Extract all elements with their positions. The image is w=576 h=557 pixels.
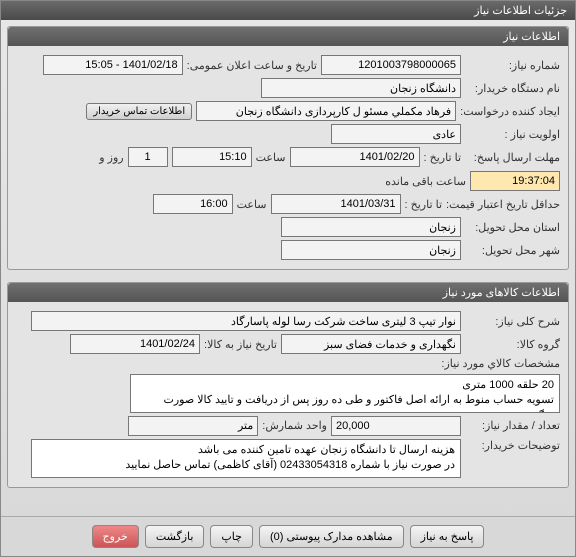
qty-field	[331, 416, 461, 436]
city-label: شهر محل تحویل:	[465, 244, 560, 257]
print-button[interactable]: چاپ	[210, 525, 253, 548]
spec-label: مشخصات کالاي مورد نیاز:	[441, 357, 560, 370]
days-label: روز و	[99, 151, 123, 164]
need-date-field	[70, 334, 200, 354]
contact-button[interactable]: اطلاعات تماس خریدار	[86, 103, 192, 120]
province-field	[281, 217, 461, 237]
deadline-label: مهلت ارسال پاسخ:	[465, 151, 560, 164]
back-button[interactable]: بازگشت	[145, 525, 205, 548]
group-label: گروه کالا:	[465, 338, 560, 351]
need-no-label: شماره نیاز:	[465, 59, 560, 72]
to-date-label-1: تا تاریخ :	[424, 151, 461, 164]
days-field	[128, 147, 168, 167]
to-date-label-2: تا تاریخ :	[405, 198, 442, 211]
unit-field	[128, 416, 258, 436]
announce-dt-label: تاریخ و ساعت اعلان عمومی:	[187, 59, 317, 72]
countdown-field	[470, 171, 560, 191]
need-info-section: اطلاعات نیاز شماره نیاز: تاریخ و ساعت اع…	[7, 26, 569, 270]
buyer-org-field	[261, 78, 461, 98]
validity-label: حداقل تاریخ اعتبار قیمت:	[446, 198, 560, 211]
buyer-note-field	[31, 439, 461, 478]
priority-field	[331, 124, 461, 144]
goods-info-section: اطلاعات کالاهای مورد نیاز شرح کلی نیاز: …	[7, 282, 569, 488]
buyer-org-label: نام دستگاه خریدار:	[465, 82, 560, 95]
validity-date-field	[271, 194, 401, 214]
province-label: استان محل تحویل:	[465, 221, 560, 234]
exit-button[interactable]: خروج	[92, 525, 139, 548]
time-label-1: ساعت	[256, 151, 286, 164]
priority-label: اولویت نیاز :	[465, 128, 560, 141]
attachments-button[interactable]: مشاهده مدارک پیوستی (0)	[259, 525, 404, 548]
desc-field	[31, 311, 461, 331]
need-info-header: اطلاعات نیاز	[8, 27, 568, 46]
buyer-note-label: توضیحات خریدار:	[465, 439, 560, 452]
city-field	[281, 240, 461, 260]
goods-info-header: اطلاعات کالاهای مورد نیاز	[8, 283, 568, 302]
group-field	[281, 334, 461, 354]
desc-label: شرح کلی نیاز:	[465, 315, 560, 328]
window: جزئیات اطلاعات نیاز اطلاعات نیاز شماره ن…	[0, 0, 576, 557]
requester-field	[196, 101, 456, 121]
requester-label: ایجاد کننده درخواست:	[460, 105, 560, 118]
window-title: جزئیات اطلاعات نیاز	[1, 1, 575, 20]
footer: پاسخ به نیاز مشاهده مدارک پیوستی (0) چاپ…	[1, 516, 575, 556]
reply-button[interactable]: پاسخ به نیاز	[410, 525, 485, 548]
spec-field	[130, 374, 560, 413]
to-time-field	[172, 147, 252, 167]
remain-label: ساعت باقی مانده	[385, 175, 466, 188]
time-label-2: ساعت	[237, 198, 267, 211]
need-no-field	[321, 55, 461, 75]
validity-time-field	[153, 194, 233, 214]
to-date-field	[290, 147, 420, 167]
need-date-label: تاریخ نیاز به کالا:	[204, 338, 277, 351]
announce-dt-field	[43, 55, 183, 75]
unit-label: واحد شمارش:	[262, 419, 327, 432]
qty-label: تعداد / مقدار نیاز:	[465, 419, 560, 432]
